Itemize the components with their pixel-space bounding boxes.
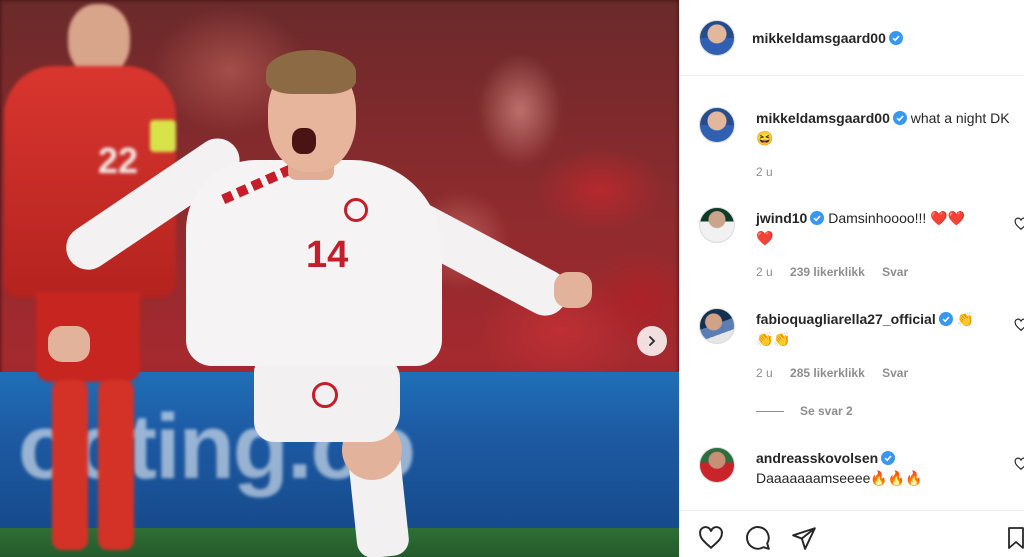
post-side-panel: mikkeldamsgaard00 mikkeldamsgaard00 what…: [679, 0, 1024, 557]
instagram-post-modal: ooting.co 22 14 mikkeldamsgaard00 mikkel…: [0, 0, 1024, 557]
verified-badge-icon: [888, 31, 903, 45]
view-replies[interactable]: Se svar 2: [756, 404, 853, 418]
comment-reply-button[interactable]: Svar: [882, 265, 908, 279]
comment-emoji: 👏👏: [756, 331, 791, 347]
comment-like-heart-icon[interactable]: [1014, 318, 1024, 332]
caption-username[interactable]: mikkeldamsgaard00: [756, 110, 890, 126]
heart-icon[interactable]: [698, 525, 724, 551]
verified-badge-icon: [938, 312, 953, 326]
caption-time[interactable]: 2 u: [756, 165, 773, 179]
comment-emoji: 👏: [956, 311, 975, 327]
caption-author-avatar[interactable]: [699, 107, 735, 143]
post-header: mikkeldamsgaard00: [680, 0, 1024, 76]
carousel-next-button[interactable]: [637, 326, 667, 356]
chevron-right-icon: [649, 336, 656, 346]
comment-username[interactable]: jwind10: [756, 210, 807, 226]
comment-avatar[interactable]: [699, 207, 735, 243]
comment-icon[interactable]: [745, 525, 771, 551]
comment-like-heart-icon[interactable]: [1014, 217, 1024, 231]
view-replies-label[interactable]: Se svar 2: [800, 404, 853, 418]
comment: andreasskovolsen Daaaaaaamseeee🔥🔥🔥: [756, 448, 1006, 488]
comment-meta: 2 u 239 likerklikk Svar: [756, 265, 922, 279]
author-username[interactable]: mikkeldamsgaard00: [752, 30, 886, 46]
player-jersey-number: 14: [306, 234, 349, 276]
comment-like-heart-icon[interactable]: [1014, 457, 1024, 471]
comment-emoji: ❤️: [756, 230, 774, 246]
comment-username[interactable]: andreasskovolsen: [756, 450, 878, 466]
comment-reply-button[interactable]: Svar: [882, 366, 908, 380]
comment-avatar[interactable]: [699, 447, 735, 483]
caption: mikkeldamsgaard00 what a night DK 😆: [756, 108, 1018, 148]
comment-time[interactable]: 2 u: [756, 265, 773, 279]
comment: fabioquagliarella27_official 👏 👏👏: [756, 309, 1006, 349]
celebrating-player: 14: [0, 0, 679, 557]
verified-badge-icon: [881, 451, 896, 465]
comment-likes[interactable]: 285 likerklikk: [790, 366, 865, 380]
view-replies-line: [756, 410, 784, 412]
caption-meta: 2 u: [756, 165, 787, 179]
comment-avatar[interactable]: [699, 308, 735, 344]
verified-badge-icon: [892, 111, 907, 125]
comment-text: Damsinhoooo!!!: [828, 210, 927, 226]
comment-text: Daaaaaaamseeee: [756, 470, 871, 486]
comment-emoji: 🔥🔥🔥: [870, 470, 923, 486]
action-bar: [680, 510, 1024, 557]
author-avatar[interactable]: [699, 20, 735, 56]
comment-likes[interactable]: 239 likerklikk: [790, 265, 865, 279]
bookmark-icon[interactable]: [1006, 525, 1024, 551]
comment: jwind10 Damsinhoooo!!! ❤️❤️ ❤️: [756, 208, 1006, 248]
comment-time[interactable]: 2 u: [756, 366, 773, 380]
caption-text: what a night DK: [910, 110, 1010, 126]
share-icon[interactable]: [791, 525, 817, 551]
comment-username[interactable]: fabioquagliarella27_official: [756, 311, 936, 327]
caption-emoji: 😆: [756, 130, 774, 146]
post-photo[interactable]: ooting.co 22 14: [0, 0, 679, 557]
verified-badge-icon: [810, 211, 825, 225]
comment-meta: 2 u 285 likerklikk Svar: [756, 366, 922, 380]
comment-emoji: ❤️❤️: [930, 210, 966, 226]
